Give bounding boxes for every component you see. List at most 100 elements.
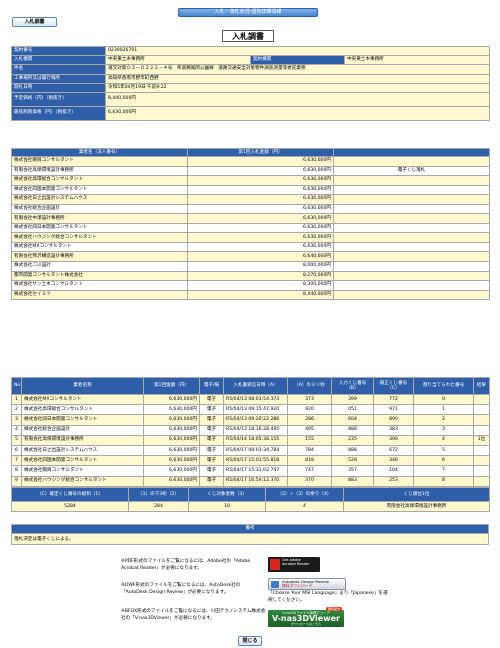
adobe-reader-download-link[interactable]: Get Adobe Acrobat Reader (268, 557, 320, 572)
lottery-type-cell: 電子 (199, 465, 224, 477)
bid-amount-cell: 6,640,000円 (187, 251, 334, 262)
table-row: 1 株式会社MXコンサルタント 6,630,000円 電子 R5/04/13 08:01… (11, 393, 490, 406)
lottery-no-cell: 5 (11, 434, 22, 446)
bid-amount-cell: 6,630,000円 (187, 232, 334, 243)
lottery-no-cell: 6 (11, 444, 22, 457)
autodesk-logo-icon (271, 581, 279, 588)
header-cell: 電子/紙 (199, 377, 224, 395)
bid-note-cell (333, 270, 490, 282)
lottery-name-cell: 株式会社MXコンサルタント (21, 393, 144, 406)
lottery-c-cell: 772 (373, 393, 414, 406)
lottery-name-cell: 有限会社高保環境設計事務所 (21, 434, 144, 446)
design-review-download-link[interactable]: Autodesk Design Review 無料ダウンロード (268, 578, 346, 590)
table-row: 株式会社二川設計 8,000,000円 (11, 261, 490, 272)
table-row: 6 株式会社日之出設計システムハウス 6,630,000円 電子 R5/04/17 08… (11, 444, 490, 457)
bid-amount-cell: 6,630,000円 (187, 184, 334, 196)
lottery-amount-cell: 6,630,000円 (143, 434, 200, 446)
lottery-ms-cell: 370 (287, 475, 332, 487)
bid-amount-cell: 8,270,000円 (187, 270, 334, 282)
lottery-amount-cell: 6,630,000円 (143, 475, 200, 487)
summary-cell: 10 (188, 501, 266, 512)
lottery-result-cell (473, 465, 490, 477)
lottery-c-cell: 104 (373, 465, 414, 477)
summary-cell: 284 (128, 501, 189, 512)
header-cell: 第1回金額（円） (143, 377, 200, 395)
bid-amount-cell: 6,630,000円 (187, 203, 334, 215)
lottery-assigned-cell: 6 (413, 455, 474, 467)
header-cell: 入札書受信日時（A） (223, 377, 288, 395)
bid-note-cell (333, 261, 490, 272)
summary-value-row: 5284 284 10 4 有限会社高保環境設計事務所 (11, 501, 490, 512)
lottery-b-cell: 528 (331, 455, 374, 467)
lottery-type-cell: 電子 (199, 414, 224, 426)
lottery-result-cell (473, 404, 490, 416)
lottery-assigned-cell: 4 (413, 434, 474, 446)
adr-line2: 無料ダウンロード (282, 583, 313, 589)
close-button[interactable]: 閉じる (238, 636, 262, 646)
row-contract-no: 契約番号 0230026701 (11, 45, 491, 57)
table-row: 3 株式会社四日本開発コンサルタント 6,630,000円 電子 R5/04/13 09… (11, 414, 490, 426)
bids-header-row: 業者名（法人番号） 第1回入札金額（円） (11, 148, 490, 157)
lottery-amount-cell: 6,630,000円 (143, 404, 200, 416)
bid-note-cell (333, 280, 490, 291)
bid-name-cell: 株式会社帽目コンサルタント (11, 156, 188, 167)
label: 予定価格（円）（税抜き） (11, 91, 106, 107)
label: 入札機関 (11, 55, 106, 66)
free-badge: 無料配布 (325, 607, 342, 611)
bid-note-cell (333, 194, 490, 205)
doc-type-tag: 入札調書 (12, 17, 57, 27)
bid-name-cell: 株式会社二川設計 (11, 261, 188, 272)
header-cell: くじ対象者数（3） (188, 487, 266, 502)
table-row: 有限会社高保環境設計事務所 6,630,000円 電子くじ落札 (11, 165, 490, 177)
bid-note-cell (333, 203, 490, 215)
page-title: 入札調書 (222, 30, 274, 42)
lottery-name-cell: 株式会社帽目コンサルタント (21, 465, 144, 477)
lottery-c-cell: 253 (373, 475, 414, 487)
lottery-b-cell: 051 (331, 404, 374, 416)
lottery-b-cell: 888 (331, 444, 374, 457)
row-case-name: 件名 道交対第０３－０２２２－４号 県道鵜尾岡公園線 道路交通安全対策物件調査測… (11, 64, 491, 75)
lottery-no-cell: 2 (11, 404, 22, 416)
table-row: 有限会社熊沢構造設計事務所 6,640,000円 (11, 251, 490, 262)
lottery-b-cell: 357 (331, 465, 374, 477)
summary-header-row: （C）確定くじ番号の総和（1） （1）の下3桁（2） くじ対象者数（3） （2）… (11, 487, 490, 502)
adobe-logo-icon (270, 559, 280, 570)
lottery-assigned-cell: 2 (413, 414, 474, 426)
vnas3dviewer-download-link[interactable]: 無料配布 V-nas3Dファイル無償ビューア V-nas3DViewer ダウン… (268, 607, 344, 627)
bid-amount-cell: 6,630,000円 (187, 165, 334, 177)
remarks-header: 備考 (11, 524, 489, 534)
label: 契約機関 (250, 55, 345, 66)
row-agency: 入札機関 中央東土木事務所 契約機関 中央東土木事務所 (11, 55, 491, 66)
header-cell: （2）÷（3）の余り（4） (265, 487, 344, 502)
lottery-c-cell: 971 (373, 404, 414, 416)
value: 道交対第０３－０２２２－４号 県道鵜尾岡公園線 道路交通安全対策物件調査測量等委… (104, 64, 491, 75)
contract-info-table: 契約番号 0230026701 入札機関 中央東土木事務所 契約機関 中央東土木… (11, 45, 491, 121)
v3d-sub: ダウンロードはこちら (290, 622, 321, 626)
lottery-type-cell: 電子 (199, 434, 224, 446)
header-cell (333, 148, 490, 157)
table-row: 9 株式会社ハウジング総合コンサルタント 6,630,000円 電子 R5/04/17 … (11, 475, 490, 487)
value: 中央東土木事務所 (343, 55, 491, 66)
lottery-amount-cell: 6,630,000円 (143, 455, 200, 467)
lottery-ms-cell: 784 (287, 444, 332, 457)
table-row: 都市開発コンサルタント株式会社 8,270,000円 (11, 270, 490, 282)
lottery-type-cell: 電子 (199, 455, 224, 467)
bid-amount-cell: 8,000,000円 (187, 261, 334, 272)
bid-amount-cell: 6,630,000円 (187, 156, 334, 167)
lottery-time-cell: R5/04/13 18:16:28.495 (223, 424, 288, 436)
table-row: 株式会社ハウジング総合コンサルタント 6,630,000円 (11, 232, 490, 243)
lottery-no-cell: 9 (11, 475, 22, 487)
header-cell: 入力くじ番号（B） (331, 377, 374, 395)
bid-note-cell (333, 213, 490, 224)
lottery-assigned-cell: 1 (413, 404, 474, 416)
lottery-assigned-cell: 7 (413, 465, 474, 477)
lottery-type-cell: 電子 (199, 393, 224, 406)
lottery-assigned-cell: 0 (413, 393, 474, 406)
row-planned-price: 予定価格（円）（税抜き） 8,440,000円 (11, 91, 491, 107)
value: 令和5年04月19日 午前9:22 (104, 82, 491, 93)
lottery-ms-cell: 286 (287, 414, 332, 426)
lottery-ms-cell: 373 (287, 393, 332, 406)
summary-cell: 有限会社高保環境設計事務所 (343, 501, 490, 512)
label: 契約番号 (11, 45, 106, 57)
lottery-no-cell: 1 (11, 393, 22, 406)
